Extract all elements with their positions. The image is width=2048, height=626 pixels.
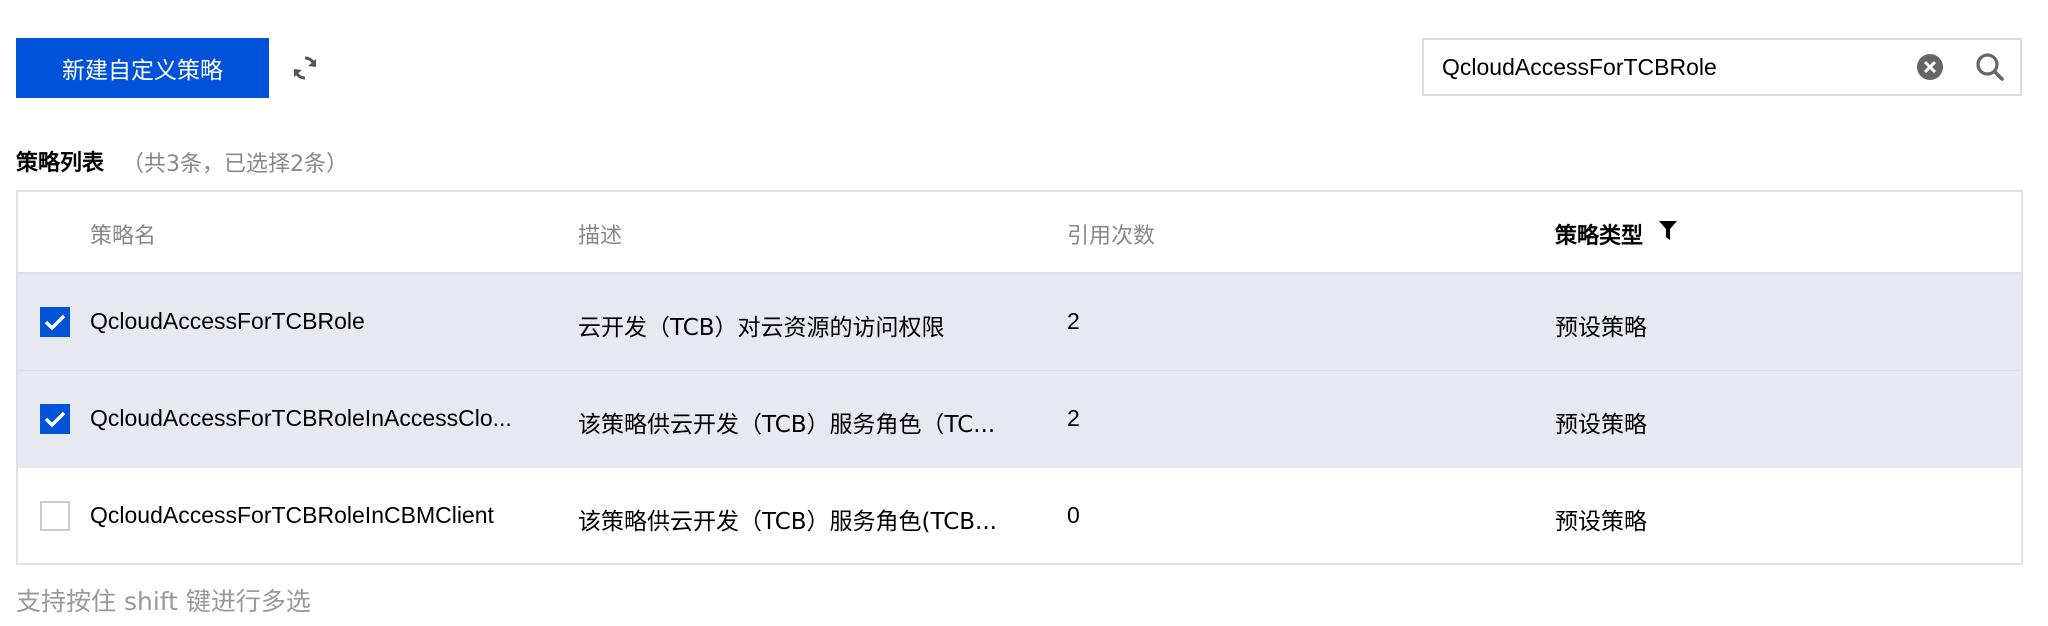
policy-search-box bbox=[1422, 38, 2022, 96]
column-header-policy-type: 策略类型 bbox=[1555, 224, 1644, 249]
policy-name: QcloudAccessForTCBRole bbox=[90, 308, 365, 334]
search-icon[interactable] bbox=[1975, 52, 2005, 82]
policy-name: QcloudAccessForTCBRoleInAccessClo... bbox=[90, 405, 512, 431]
policy-type: 预设策略 bbox=[1555, 412, 1647, 438]
table-header: 策略名 描述 引用次数 策略类型 bbox=[18, 192, 2021, 274]
policy-description: 云开发（TCB）对云资源的访问权限 bbox=[578, 315, 945, 341]
policy-reference-count: 2 bbox=[1067, 405, 1080, 431]
policy-name: QcloudAccessForTCBRoleInCBMClient bbox=[90, 502, 494, 528]
column-header-description: 描述 bbox=[578, 224, 623, 249]
row-checkbox[interactable] bbox=[40, 404, 70, 434]
policy-table: 策略名 描述 引用次数 策略类型 QcloudAccessForTCBRole … bbox=[16, 190, 2023, 565]
multi-select-hint: 支持按住 shift 键进行多选 bbox=[16, 587, 311, 616]
refresh-icon[interactable] bbox=[289, 52, 321, 84]
policy-list-title: 策略列表 bbox=[16, 151, 105, 176]
row-checkbox[interactable] bbox=[40, 501, 70, 531]
column-header-policy-name: 策略名 bbox=[90, 224, 157, 249]
policy-list-page: 新建自定义策略 策略列表 （共3条，已选择2条） bbox=[0, 0, 2048, 626]
clear-icon[interactable] bbox=[1916, 53, 1944, 81]
policy-search-input[interactable] bbox=[1442, 40, 1902, 94]
policy-description: 该策略供云开发（TCB）服务角色(TCB... bbox=[578, 509, 997, 535]
table-row[interactable]: QcloudAccessForTCBRoleInCBMClient 该策略供云开… bbox=[18, 468, 2021, 565]
policy-description: 该策略供云开发（TCB）服务角色（TC... bbox=[578, 412, 996, 438]
policy-type: 预设策略 bbox=[1555, 509, 1647, 535]
filter-icon[interactable] bbox=[1659, 221, 1677, 241]
table-row[interactable]: QcloudAccessForTCBRole 云开发（TCB）对云资源的访问权限… bbox=[18, 274, 2021, 371]
policy-reference-count: 0 bbox=[1067, 502, 1080, 528]
policy-reference-count: 2 bbox=[1067, 308, 1080, 334]
create-custom-policy-button[interactable]: 新建自定义策略 bbox=[16, 38, 269, 98]
column-header-reference-count: 引用次数 bbox=[1067, 224, 1156, 249]
policy-count-text: （共3条，已选择2条） bbox=[122, 152, 348, 177]
policy-type: 预设策略 bbox=[1555, 315, 1647, 341]
row-checkbox[interactable] bbox=[40, 307, 70, 337]
table-row[interactable]: QcloudAccessForTCBRoleInAccessClo... 该策略… bbox=[18, 371, 2021, 468]
